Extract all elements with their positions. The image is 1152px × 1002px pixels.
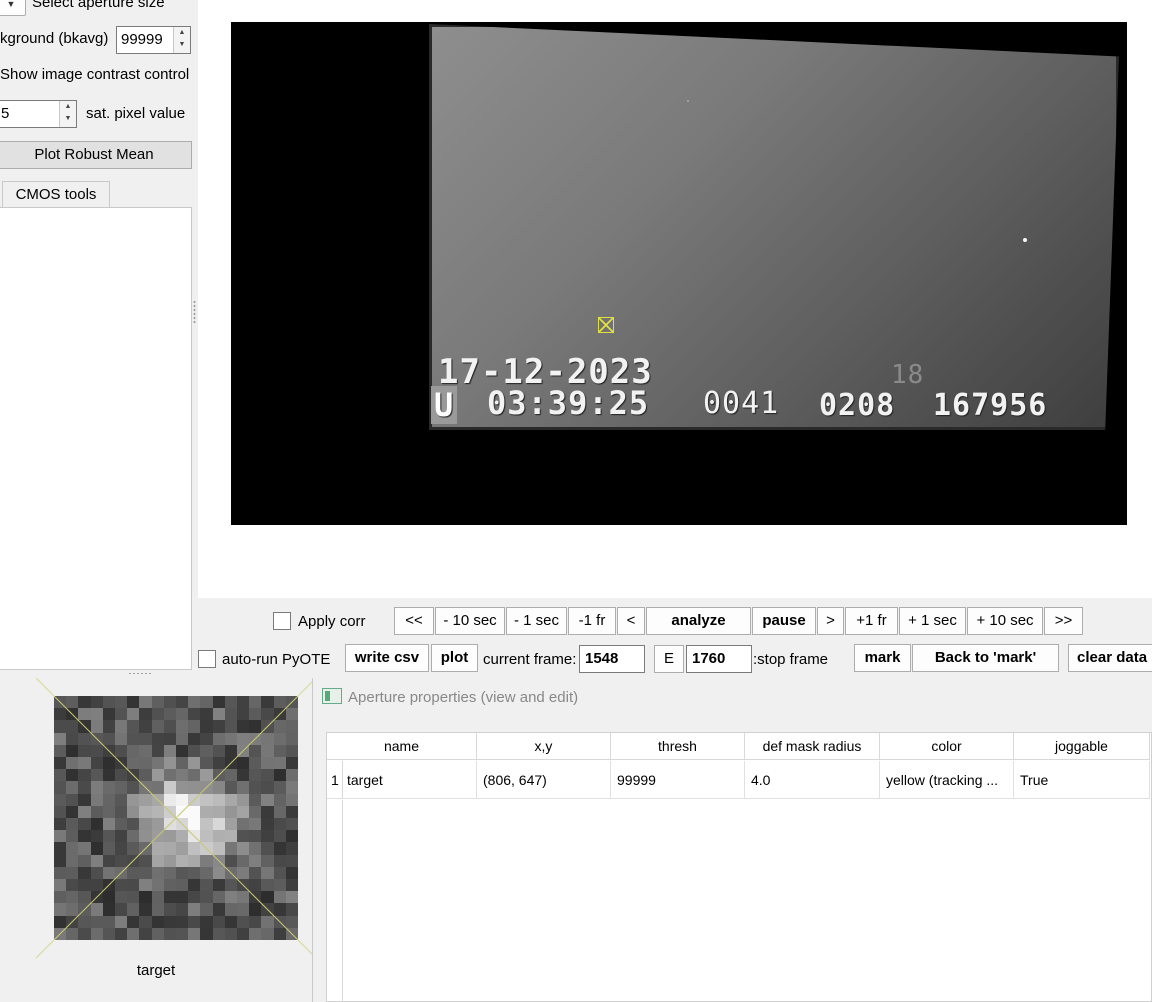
forward-10-sec-button[interactable]: + 10 sec: [967, 607, 1043, 635]
cell-name[interactable]: target: [343, 761, 477, 799]
forward-fast-button[interactable]: >>: [1044, 607, 1083, 635]
row-header-gutter: [327, 800, 343, 1002]
contrast-control-label[interactable]: Show image contrast control: [0, 66, 189, 83]
aperture-size-dropdown[interactable]: ▼: [0, 0, 26, 16]
plot-button[interactable]: plot: [431, 644, 478, 672]
col-header-xy[interactable]: x,y: [477, 733, 611, 760]
spin-arrows-icon[interactable]: ▲ ▼: [173, 27, 190, 53]
osd-edge-char: U: [431, 386, 458, 424]
sat-pixel-value: 5: [1, 105, 10, 122]
current-frame-label: current frame:: [483, 651, 577, 668]
aperture-size-label: Select aperture size: [32, 0, 165, 11]
auto-run-pyote-checkbox[interactable]: [198, 650, 216, 668]
cell-xy[interactable]: (806, 647): [477, 761, 611, 799]
background-value: 99999: [121, 31, 163, 48]
forward-1-frame-button[interactable]: +1 fr: [845, 607, 898, 635]
osd-faint-number: 18: [891, 360, 925, 390]
vertical-splitter-handle[interactable]: [193, 300, 196, 324]
col-header-name[interactable]: name: [327, 733, 477, 760]
tab-pane: [0, 207, 192, 670]
aperture-marker-icon[interactable]: [598, 317, 614, 333]
forward-1-sec-button[interactable]: + 1 sec: [899, 607, 966, 635]
cell-thresh[interactable]: 99999: [611, 761, 745, 799]
write-csv-button[interactable]: write csv: [345, 644, 429, 672]
back-fast-button[interactable]: <<: [394, 607, 434, 635]
step-forward-button[interactable]: >: [817, 607, 844, 635]
bright-star: [1023, 238, 1027, 242]
apply-corr-label: Apply corr: [298, 613, 366, 630]
back-1-frame-button[interactable]: -1 fr: [568, 607, 616, 635]
current-frame-input[interactable]: 1548: [579, 645, 645, 673]
sat-pixel-label: sat. pixel value: [86, 105, 186, 122]
back-to-mark-button[interactable]: Back to 'mark': [912, 644, 1059, 672]
aperture-table[interactable]: name x,y thresh def mask radius color jo…: [326, 732, 1152, 1002]
back-10-sec-button[interactable]: - 10 sec: [435, 607, 505, 635]
left-panel: ▼ Select aperture size kground (bkavg) 9…: [0, 0, 198, 672]
spin-arrows-icon[interactable]: ▲ ▼: [59, 101, 76, 127]
osd-time: 03:39:25: [487, 384, 650, 422]
plot-robust-mean-button[interactable]: Plot Robust Mean: [0, 141, 192, 169]
osd-counter-a: 0041: [703, 386, 780, 421]
end-button[interactable]: E: [654, 645, 684, 673]
thumbnail-caption: target: [136, 962, 176, 979]
col-header-mask-radius[interactable]: def mask radius: [745, 733, 880, 760]
background-spinbox[interactable]: 99999 ▲ ▼: [116, 26, 191, 54]
col-header-color[interactable]: color: [880, 733, 1014, 760]
analyze-button[interactable]: analyze: [646, 607, 751, 635]
video-frame[interactable]: 17-12-2023 U 03:39:25 0041 0208 167956 1…: [231, 22, 1127, 525]
sat-pixel-spinbox[interactable]: 5 ▲ ▼: [0, 100, 77, 128]
mark-button[interactable]: mark: [854, 644, 911, 672]
thumbnail-diagonals: [35, 677, 317, 959]
col-header-joggable[interactable]: joggable: [1014, 733, 1150, 760]
cell-color[interactable]: yellow (tracking ...: [880, 761, 1014, 799]
cell-mask-radius[interactable]: 4.0: [745, 761, 880, 799]
stop-frame-label: :stop frame: [753, 651, 829, 668]
faint-star: [687, 100, 689, 102]
tab-cmos-tools[interactable]: CMOS tools: [2, 181, 110, 208]
window-icon: [322, 688, 342, 704]
osd-counter-b: 0208: [819, 388, 896, 423]
back-1-sec-button[interactable]: - 1 sec: [506, 607, 567, 635]
stop-frame-input[interactable]: 1760: [686, 645, 752, 673]
clear-data-button[interactable]: clear data: [1068, 644, 1152, 672]
osd-counter-c: 167956: [933, 388, 1048, 423]
pause-button[interactable]: pause: [752, 607, 816, 635]
background-label: kground (bkavg): [0, 30, 109, 47]
cell-joggable[interactable]: True: [1014, 761, 1150, 799]
step-back-button[interactable]: <: [617, 607, 645, 635]
auto-run-pyote-label: auto-run PyOTE: [222, 651, 331, 668]
horizontal-splitter-handle[interactable]: [128, 672, 152, 675]
row-index: 1: [327, 761, 343, 799]
apply-corr-checkbox[interactable]: [273, 612, 291, 630]
col-header-thresh[interactable]: thresh: [611, 733, 745, 760]
aperture-properties-title: Aperture properties (view and edit): [348, 689, 579, 706]
